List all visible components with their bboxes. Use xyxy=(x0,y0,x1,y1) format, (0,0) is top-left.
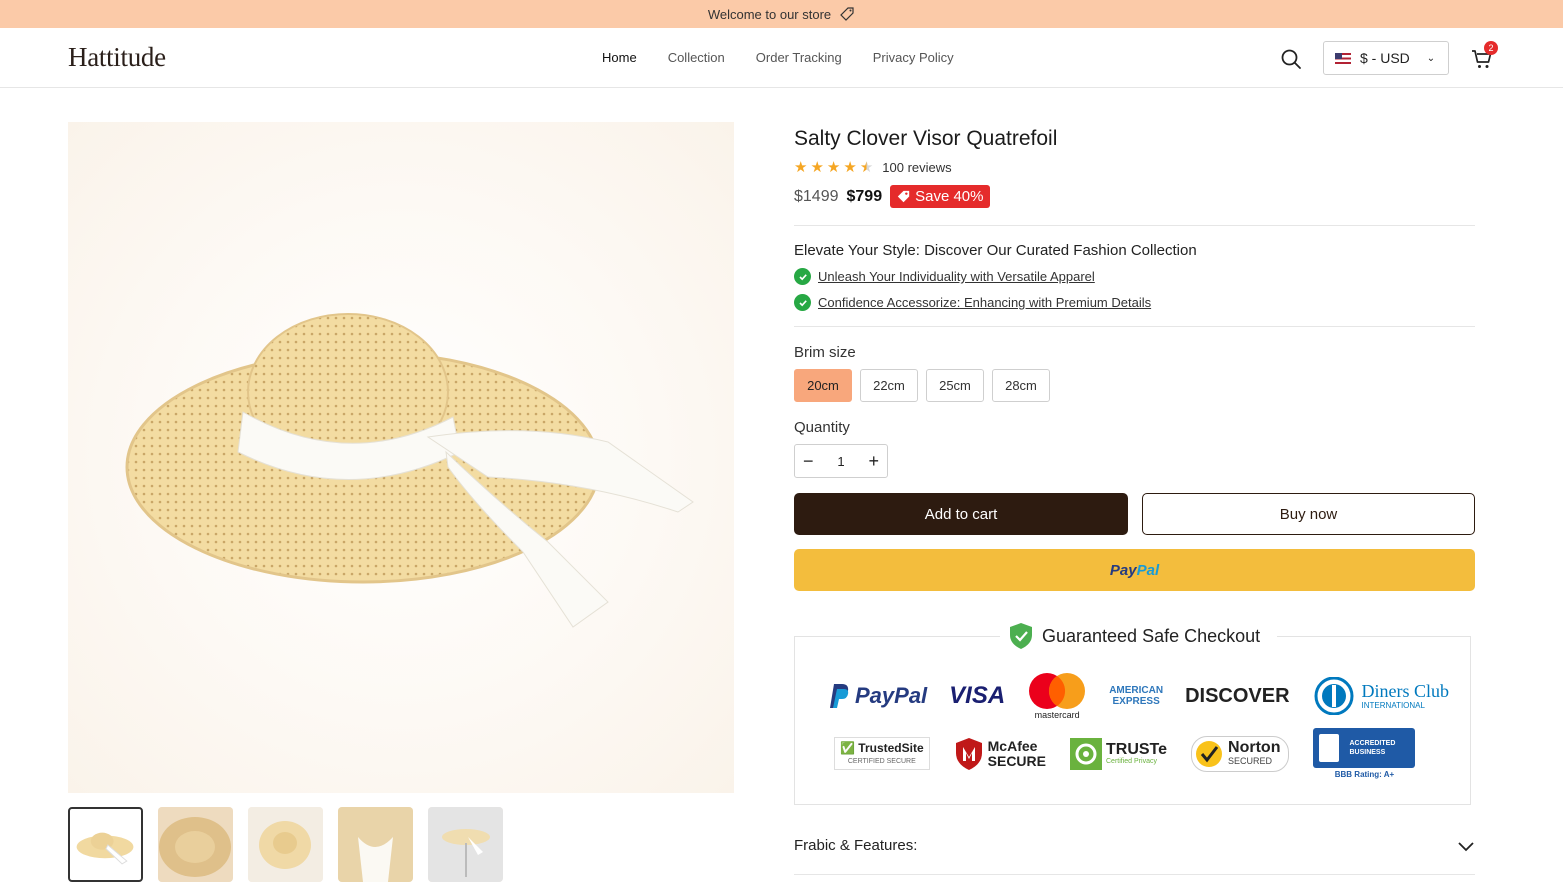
trust-logos: ✅ TrustedSite CERTIFIED SECURE McAfee SE… xyxy=(834,728,1416,779)
visa-logo: VISA xyxy=(949,682,1006,709)
paypal-text-2: Pal xyxy=(1136,561,1160,579)
nav-item-order-tracking[interactable]: Order Tracking xyxy=(756,50,842,65)
size-option-22cm[interactable]: 22cm xyxy=(860,369,918,402)
size-options: 20cm 22cm 25cm 28cm xyxy=(794,369,1050,402)
nav-item-collection[interactable]: Collection xyxy=(668,50,725,65)
star-icon: ★ xyxy=(810,159,824,176)
price-block: $1499 $799 Save 40% xyxy=(794,185,991,208)
chevron-down-icon xyxy=(1458,841,1474,851)
accordion-label: Frabic & Features: xyxy=(794,837,918,854)
paypal-logo: PayPal xyxy=(830,683,927,709)
norton-logo: Norton SECURED xyxy=(1191,735,1290,772)
check-circle-icon xyxy=(794,294,811,311)
features-title: Elevate Your Style: Discover Our Curated… xyxy=(794,242,1197,259)
paypal-button[interactable]: Pay Pal xyxy=(794,549,1475,591)
bbb-accredited-logo: ACCREDITED BUSINESS BBB Rating: A+ xyxy=(1313,728,1416,779)
minus-icon[interactable]: − xyxy=(803,451,814,472)
size-option-28cm[interactable]: 28cm xyxy=(992,369,1050,402)
divider xyxy=(794,874,1475,875)
save-badge-text: Save 40% xyxy=(915,188,984,205)
thumbnail-strip xyxy=(68,807,503,882)
thumbnail-2[interactable] xyxy=(158,807,233,882)
fabric-features-accordion[interactable]: Frabic & Features: xyxy=(794,837,1475,854)
brim-size-label: Brim size xyxy=(794,344,856,361)
shield-check-icon xyxy=(1010,623,1032,649)
safe-checkout-text: Guaranteed Safe Checkout xyxy=(1042,625,1261,646)
feature-text: Unleash Your Individuality with Versatil… xyxy=(818,269,1095,284)
thumbnail-5[interactable] xyxy=(428,807,503,882)
amex-logo: AMERICAN EXPRESS xyxy=(1109,685,1164,707)
quantity-label: Quantity xyxy=(794,419,850,436)
truste-logo: TRUSTe Certified Privacy xyxy=(1070,737,1167,770)
cart-count-badge: 2 xyxy=(1484,41,1498,55)
add-to-cart-button[interactable]: Add to cart xyxy=(794,493,1128,535)
store-logo[interactable]: Hattitude xyxy=(68,42,166,73)
star-icon: ★ xyxy=(843,159,857,176)
chevron-down-icon: ⌄ xyxy=(1426,52,1436,64)
star-icon: ★ xyxy=(826,159,841,176)
announcement-bar: Welcome to our store xyxy=(0,0,1563,28)
divider xyxy=(794,225,1475,226)
divider xyxy=(794,326,1475,327)
save-badge: Save 40% xyxy=(890,185,991,208)
tag-icon xyxy=(840,7,854,21)
nav-item-home[interactable]: Home xyxy=(602,50,637,65)
discover-logo: DISCOVER xyxy=(1185,684,1290,707)
main-nav: Home Collection Order Tracking Privacy P… xyxy=(602,50,954,65)
feature-text: Confidence Accessorize: Enhancing with P… xyxy=(818,295,1152,310)
sale-price: $799 xyxy=(846,187,883,205)
site-header: Hattitude Home Collection Order Tracking… xyxy=(0,28,1563,88)
straw-hat-image xyxy=(125,313,694,628)
product-main-image[interactable] xyxy=(68,122,734,793)
star-half-icon: ★ xyxy=(859,159,874,176)
currency-selector[interactable]: $ - USD ⌄ xyxy=(1323,41,1449,75)
nav-item-privacy-policy[interactable]: Privacy Policy xyxy=(873,50,954,65)
mcafee-logo: McAfee SECURE xyxy=(954,737,1046,771)
plus-icon[interactable]: + xyxy=(868,451,879,472)
tag-icon xyxy=(897,190,910,203)
check-circle-icon xyxy=(794,268,811,285)
reviews-link[interactable]: 100 reviews xyxy=(882,160,951,175)
size-option-20cm[interactable]: 20cm xyxy=(794,369,852,402)
search-icon[interactable] xyxy=(1280,48,1302,70)
payment-logos: PayPal VISA mastercard AMERICAN EXPRESS … xyxy=(830,672,1449,720)
safe-checkout-title: Guaranteed Safe Checkout xyxy=(1002,622,1267,650)
rating: ★ ★ ★ ★ ★ 100 reviews xyxy=(794,160,952,175)
mastercard-logo: mastercard xyxy=(1027,672,1087,720)
currency-label: $ - USD xyxy=(1360,50,1410,66)
paypal-text-1: Pay xyxy=(1109,561,1137,579)
trustedsite-logo: ✅ TrustedSite CERTIFIED SECURE xyxy=(834,737,930,770)
announcement-text: Welcome to our store xyxy=(707,6,832,22)
diners-club-logo: Diners Club INTERNATIONAL xyxy=(1312,677,1449,715)
thumbnail-3[interactable] xyxy=(248,807,323,882)
thumbnail-1[interactable] xyxy=(68,807,143,882)
feature-item[interactable]: Confidence Accessorize: Enhancing with P… xyxy=(794,294,1151,311)
feature-item[interactable]: Unleash Your Individuality with Versatil… xyxy=(794,268,1095,285)
product-title: Salty Clover Visor Quatrefoil xyxy=(794,127,1058,150)
quantity-stepper: − 1 + xyxy=(794,444,888,478)
compare-price: $1499 xyxy=(794,187,839,205)
buy-now-button[interactable]: Buy now xyxy=(1142,493,1475,535)
safe-checkout-box xyxy=(794,636,1471,805)
star-icon: ★ xyxy=(794,159,808,176)
size-option-25cm[interactable]: 25cm xyxy=(926,369,984,402)
us-flag-icon xyxy=(1335,52,1351,64)
thumbnail-4[interactable] xyxy=(338,807,413,882)
quantity-value[interactable]: 1 xyxy=(837,454,844,469)
